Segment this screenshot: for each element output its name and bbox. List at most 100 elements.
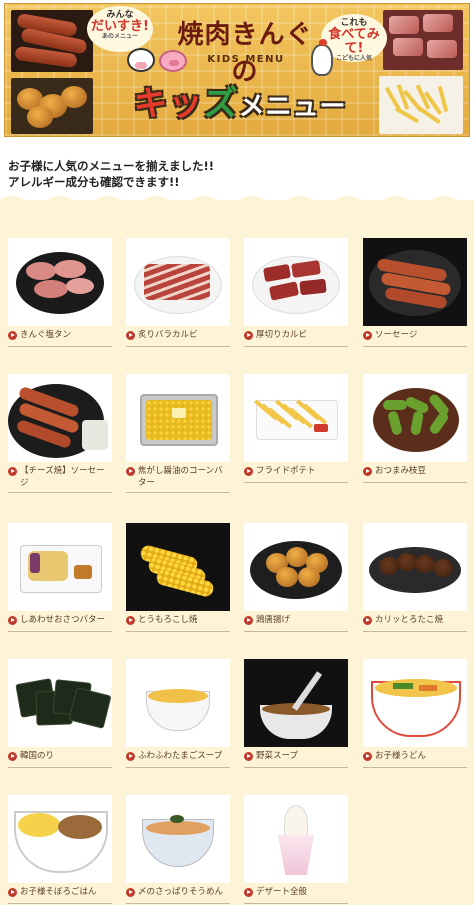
menu-item-link[interactable]: 鶏唐揚げ [244, 614, 348, 628]
caption-underline [363, 482, 467, 483]
caption-underline [363, 767, 467, 768]
menu-item-card[interactable]: デザート全般 [244, 795, 348, 904]
arrow-right-circle-icon [244, 615, 253, 625]
egg-soup-photo[interactable] [126, 659, 230, 747]
intro-line-2: アレルギー成分も確認できます!! [8, 175, 180, 189]
menu-item-card[interactable]: 炙りバラカルビ [126, 238, 230, 347]
cheese-sausage-photo[interactable] [8, 374, 112, 462]
sweet-potato-photo[interactable] [8, 523, 112, 611]
menu-item-link[interactable]: とうもろこし焼 [126, 614, 230, 628]
menu-item-label: ソーセージ [375, 330, 418, 340]
caption-underline [8, 767, 112, 768]
menu-item-link[interactable]: おつまみ枝豆 [363, 465, 467, 479]
sausage-photo[interactable] [363, 238, 467, 326]
menu-item-card[interactable]: 韓国のり [8, 659, 112, 768]
banner-fried-chicken-photo [11, 78, 93, 134]
corn-butter-photo[interactable] [126, 374, 230, 462]
kids-menu-title: キッズメニュー [133, 84, 347, 124]
caption-underline [244, 631, 348, 632]
caption-underline [363, 631, 467, 632]
menu-item-card[interactable]: しあわせおさつバター [8, 523, 112, 632]
menu-item-link[interactable]: ふわふわたまごスープ [126, 750, 230, 764]
menu-item-link[interactable]: 厚切りカルビ [244, 329, 348, 343]
menu-item-link[interactable]: きんぐ塩タン [8, 329, 112, 343]
menu-area: きんぐ塩タン 炙りバラカルビ 厚切りカルビ ソーセージ 【チーズ焼】ソーセージ … [0, 196, 474, 905]
menu-item-label: 【チーズ焼】ソーセージ [20, 466, 105, 488]
caption-underline [126, 903, 230, 904]
caption-underline [244, 482, 348, 483]
arrow-right-circle-icon [8, 751, 17, 761]
menu-item-card[interactable]: きんぐ塩タン [8, 238, 112, 347]
menu-item-label: お子様そぼろごはん [20, 887, 97, 897]
menu-item-card[interactable]: 野菜スープ [244, 659, 348, 768]
menu-item-card[interactable]: とうもろこし焼 [126, 523, 230, 632]
menu-item-card[interactable]: おつまみ枝豆 [363, 374, 467, 483]
dessert-photo[interactable] [244, 795, 348, 883]
menu-item-link[interactable]: 野菜スープ [244, 750, 348, 764]
menu-item-link[interactable]: 炙りバラカルビ [126, 329, 230, 343]
edamame-photo[interactable] [363, 374, 467, 462]
menu-item-link[interactable]: 韓国のり [8, 750, 112, 764]
menu-item-link[interactable]: フライドポテト [244, 465, 348, 479]
banner-sausage-photo [11, 10, 93, 72]
takoyaki-photo[interactable] [363, 523, 467, 611]
menu-item-card[interactable]: 〆のさっぱりそうめん [126, 795, 230, 904]
menu-item-card[interactable]: 厚切りカルビ [244, 238, 348, 347]
menu-item-card[interactable]: 鶏唐揚げ [244, 523, 348, 632]
menu-item-card[interactable]: お子様うどん [363, 659, 467, 768]
menu-item-label: おつまみ枝豆 [375, 466, 427, 476]
banner-fries-photo [379, 76, 463, 134]
menu-item-label: 〆のさっぱりそうめん [138, 887, 224, 897]
menu-item-card[interactable]: フライドポテト [244, 374, 348, 483]
thick-kalbi-photo[interactable] [244, 238, 348, 326]
caption-underline [126, 346, 230, 347]
menu-item-card[interactable]: ソーセージ [363, 238, 467, 347]
grilled-corn-photo[interactable] [126, 523, 230, 611]
caption-underline [244, 903, 348, 904]
caption-underline [8, 492, 112, 493]
caption-underline [126, 767, 230, 768]
arrow-right-circle-icon [8, 887, 17, 897]
menu-item-card[interactable]: カリッとろたこ焼 [363, 523, 467, 632]
menu-item-label: とうもろこし焼 [138, 615, 198, 625]
arrow-right-circle-icon [363, 751, 372, 761]
menu-item-label: 韓国のり [20, 751, 55, 761]
menu-item-card[interactable]: 焦がし醤油のコーンバター [126, 374, 230, 493]
menu-item-link[interactable]: 〆のさっぱりそうめん [126, 886, 230, 900]
vegetable-soup-photo[interactable] [244, 659, 348, 747]
fried-chicken-photo[interactable] [244, 523, 348, 611]
menu-item-link[interactable]: 【チーズ焼】ソーセージ [8, 465, 112, 489]
menu-item-card[interactable]: ふわふわたまごスープ [126, 659, 230, 768]
menu-item-link[interactable]: 焦がし醤油のコーンバター [126, 465, 230, 489]
speech-bubble-favorite: みんな だいすき! あのメニュー [87, 6, 153, 52]
beef-tongue-photo[interactable] [8, 238, 112, 326]
caption-underline [244, 346, 348, 347]
menu-grid: きんぐ塩タン 炙りバラカルビ 厚切りカルビ ソーセージ 【チーズ焼】ソーセージ … [0, 200, 474, 905]
menu-item-card[interactable]: お子様そぼろごはん [8, 795, 112, 904]
menu-item-link[interactable]: お子様うどん [363, 750, 467, 764]
menu-item-link[interactable]: お子様そぼろごはん [8, 886, 112, 900]
arrow-right-circle-icon [126, 615, 135, 625]
menu-item-link[interactable]: カリッとろたこ焼 [363, 614, 467, 628]
cow-icon [127, 48, 155, 72]
udon-photo[interactable] [363, 659, 467, 747]
menu-item-link[interactable]: しあわせおさつバター [8, 614, 112, 628]
menu-item-label: フライドポテト [256, 466, 316, 476]
arrow-right-circle-icon [126, 751, 135, 761]
soboro-rice-photo[interactable] [8, 795, 112, 883]
arrow-right-circle-icon [244, 751, 253, 761]
korean-seaweed-photo[interactable] [8, 659, 112, 747]
menu-item-label: 鶏唐揚げ [256, 615, 291, 625]
caption-underline [8, 903, 112, 904]
pig-icon [159, 50, 187, 72]
menu-item-card[interactable]: 【チーズ焼】ソーセージ [8, 374, 112, 493]
caption-underline [8, 631, 112, 632]
somen-photo[interactable] [126, 795, 230, 883]
arrow-right-circle-icon [126, 330, 135, 340]
beef-belly-photo[interactable] [126, 238, 230, 326]
menu-item-link[interactable]: デザート全般 [244, 886, 348, 900]
menu-item-label: 厚切りカルビ [256, 330, 308, 340]
arrow-right-circle-icon [244, 330, 253, 340]
french-fries-photo[interactable] [244, 374, 348, 462]
menu-item-link[interactable]: ソーセージ [363, 329, 467, 343]
